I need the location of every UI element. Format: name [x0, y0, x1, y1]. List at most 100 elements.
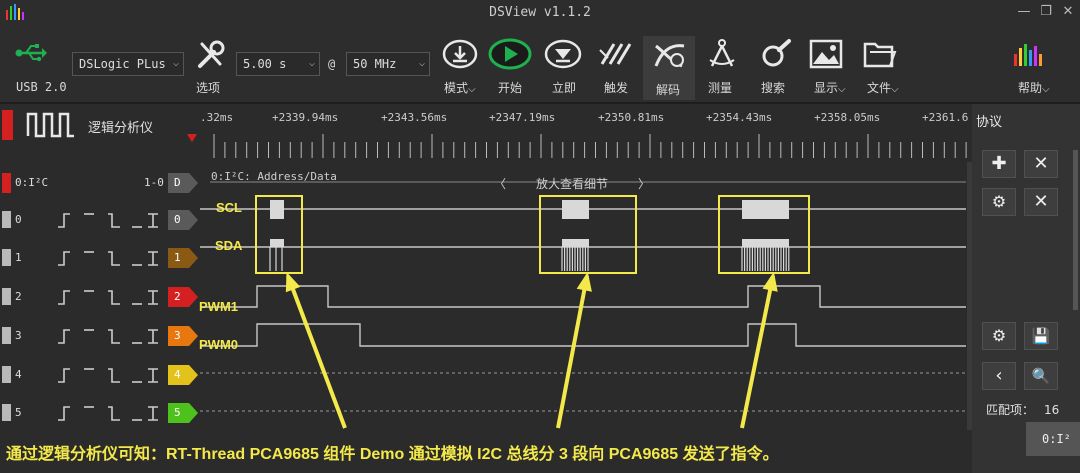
- samplerate-select-value: 50 MHz: [353, 57, 397, 71]
- close-window-button[interactable]: ✕: [1058, 0, 1078, 26]
- display-label-text: 显示: [814, 81, 839, 95]
- options-wrench-icon[interactable]: [194, 38, 228, 72]
- start-button[interactable]: [487, 38, 533, 70]
- usb-icon: [14, 42, 48, 64]
- sda-burst: [562, 239, 589, 247]
- trigger-button[interactable]: [598, 38, 636, 70]
- pwm1-label: PWM1: [199, 299, 238, 314]
- scl-burst: [742, 200, 789, 219]
- channel-select-2[interactable]: [2, 288, 11, 305]
- channel-number-2: 2: [15, 290, 22, 303]
- trigger-options-1[interactable]: [56, 248, 160, 268]
- chevron-down-icon: ⌵: [468, 84, 476, 95]
- remove-decoder-button-2[interactable]: ✕: [1024, 188, 1058, 216]
- usb-label: USB 2.0: [16, 80, 67, 94]
- prev-match-button[interactable]: ‹: [982, 362, 1016, 390]
- minimize-button[interactable]: —: [1014, 0, 1034, 26]
- search-button[interactable]: [757, 38, 793, 70]
- trigger-edges-icon: [58, 329, 158, 344]
- add-decoder-button[interactable]: ✚: [982, 150, 1016, 178]
- settings-gear-button[interactable]: ⚙: [982, 322, 1016, 350]
- channel-select-1[interactable]: [2, 249, 11, 266]
- channel-select-0[interactable]: [2, 211, 11, 228]
- arrow-1-head: [285, 271, 301, 293]
- ruler-tick-label: .32ms: [200, 111, 234, 124]
- panel-scrollbar[interactable]: [1073, 150, 1078, 310]
- file-label[interactable]: 文件⌵: [867, 79, 899, 96]
- channel-select-3[interactable]: [2, 327, 11, 344]
- decoder-tag-text: D: [174, 176, 181, 189]
- zoom-hint: 〈 放大查看细节 〉: [494, 175, 650, 192]
- logic-analyzer-icon: [26, 110, 76, 140]
- arrow-3-head: [762, 271, 778, 292]
- image-icon: [809, 39, 843, 69]
- channel-number-5: 5: [15, 406, 22, 419]
- folder-icon: [863, 42, 897, 68]
- trigger-options-5[interactable]: [56, 403, 160, 423]
- measure-button[interactable]: [704, 38, 740, 70]
- instant-label[interactable]: 立即: [552, 79, 576, 96]
- download-icon: [442, 39, 478, 69]
- duration-select[interactable]: 5.00 s ⌵: [236, 52, 320, 76]
- restore-button[interactable]: ❐: [1036, 0, 1056, 26]
- ruler-tick-label: +2339.94ms: [272, 111, 339, 124]
- remove-decoder-button[interactable]: ✕: [1024, 150, 1058, 178]
- channel-number-3: 3: [15, 329, 22, 342]
- channel-select-5[interactable]: [2, 404, 11, 421]
- file-label-text: 文件: [867, 81, 892, 95]
- compass-icon: [709, 39, 735, 67]
- ruler-tick-label: +2343.56ms: [381, 111, 448, 124]
- channel-tag-text: 2: [174, 290, 181, 303]
- measure-label[interactable]: 测量: [708, 79, 732, 96]
- search-label[interactable]: 搜索: [761, 79, 785, 96]
- ruler-tick-label: +2361.6: [922, 111, 969, 124]
- scl-burst: [270, 200, 284, 219]
- arrow-1: [286, 275, 347, 429]
- duration-select-value: 5.00 s: [243, 57, 287, 71]
- instant-button[interactable]: [542, 38, 584, 70]
- decoder-settings-button[interactable]: ⚙: [982, 188, 1016, 216]
- ruler-tick-label: +2350.81ms: [598, 111, 665, 124]
- decoder-select-marker[interactable]: [2, 173, 11, 193]
- trigger-options-3[interactable]: [56, 326, 160, 346]
- device-select[interactable]: DSLogic PLus ⌵: [72, 52, 184, 76]
- chevron-down-icon: ⌵: [1042, 84, 1050, 95]
- trigger-edges-icon: [58, 251, 158, 266]
- mode-label-text: 模式: [444, 81, 469, 95]
- decoder-label: 0:I²C: Address/Data: [211, 170, 337, 183]
- sda-label: SDA: [215, 238, 243, 253]
- mode-label[interactable]: 模式⌵: [444, 79, 476, 96]
- start-label[interactable]: 开始: [498, 79, 522, 96]
- chevron-down-icon: ⌵: [891, 84, 899, 95]
- trigger-edges-icon: [58, 213, 158, 228]
- search-match-button[interactable]: 🔍: [1024, 362, 1058, 390]
- help-label-text: 帮助: [1018, 81, 1043, 95]
- display-label[interactable]: 显示⌵: [814, 79, 846, 96]
- channel-tag-text: 1: [174, 251, 181, 264]
- match-count: 16: [1044, 403, 1060, 417]
- options-label[interactable]: 选项: [196, 79, 220, 96]
- chevron-down-icon: ⌵: [838, 84, 846, 95]
- file-button[interactable]: [862, 38, 898, 70]
- decoder-range: 1-0: [144, 176, 164, 189]
- channel-tag-text: 0: [174, 213, 181, 226]
- help-label[interactable]: 帮助⌵: [1018, 79, 1050, 96]
- decoder-id: 0:I²C: [15, 176, 49, 189]
- trigger-options-4[interactable]: [56, 365, 160, 385]
- save-button[interactable]: 💾: [1024, 322, 1058, 350]
- channel-select-4[interactable]: [2, 366, 11, 383]
- protocol-title: 协议: [976, 115, 1003, 130]
- samplerate-select[interactable]: 50 MHz ⌵: [346, 52, 430, 76]
- display-button[interactable]: [808, 38, 844, 70]
- chevron-down-icon: ⌵: [172, 58, 179, 69]
- collapse-arrow-icon[interactable]: [186, 128, 198, 142]
- result-row-text: 0:I²: [1042, 432, 1071, 446]
- decode-label[interactable]: 解码: [656, 81, 680, 98]
- trigger-label[interactable]: 触发: [604, 79, 628, 96]
- channel-number-0: 0: [15, 213, 22, 226]
- trigger-options-0[interactable]: [56, 210, 160, 230]
- trigger-options-2[interactable]: [56, 287, 160, 307]
- result-row[interactable]: 0:I²: [1026, 422, 1080, 456]
- help-logo-icon[interactable]: [1010, 40, 1050, 70]
- chevron-down-icon: ⌵: [418, 58, 425, 69]
